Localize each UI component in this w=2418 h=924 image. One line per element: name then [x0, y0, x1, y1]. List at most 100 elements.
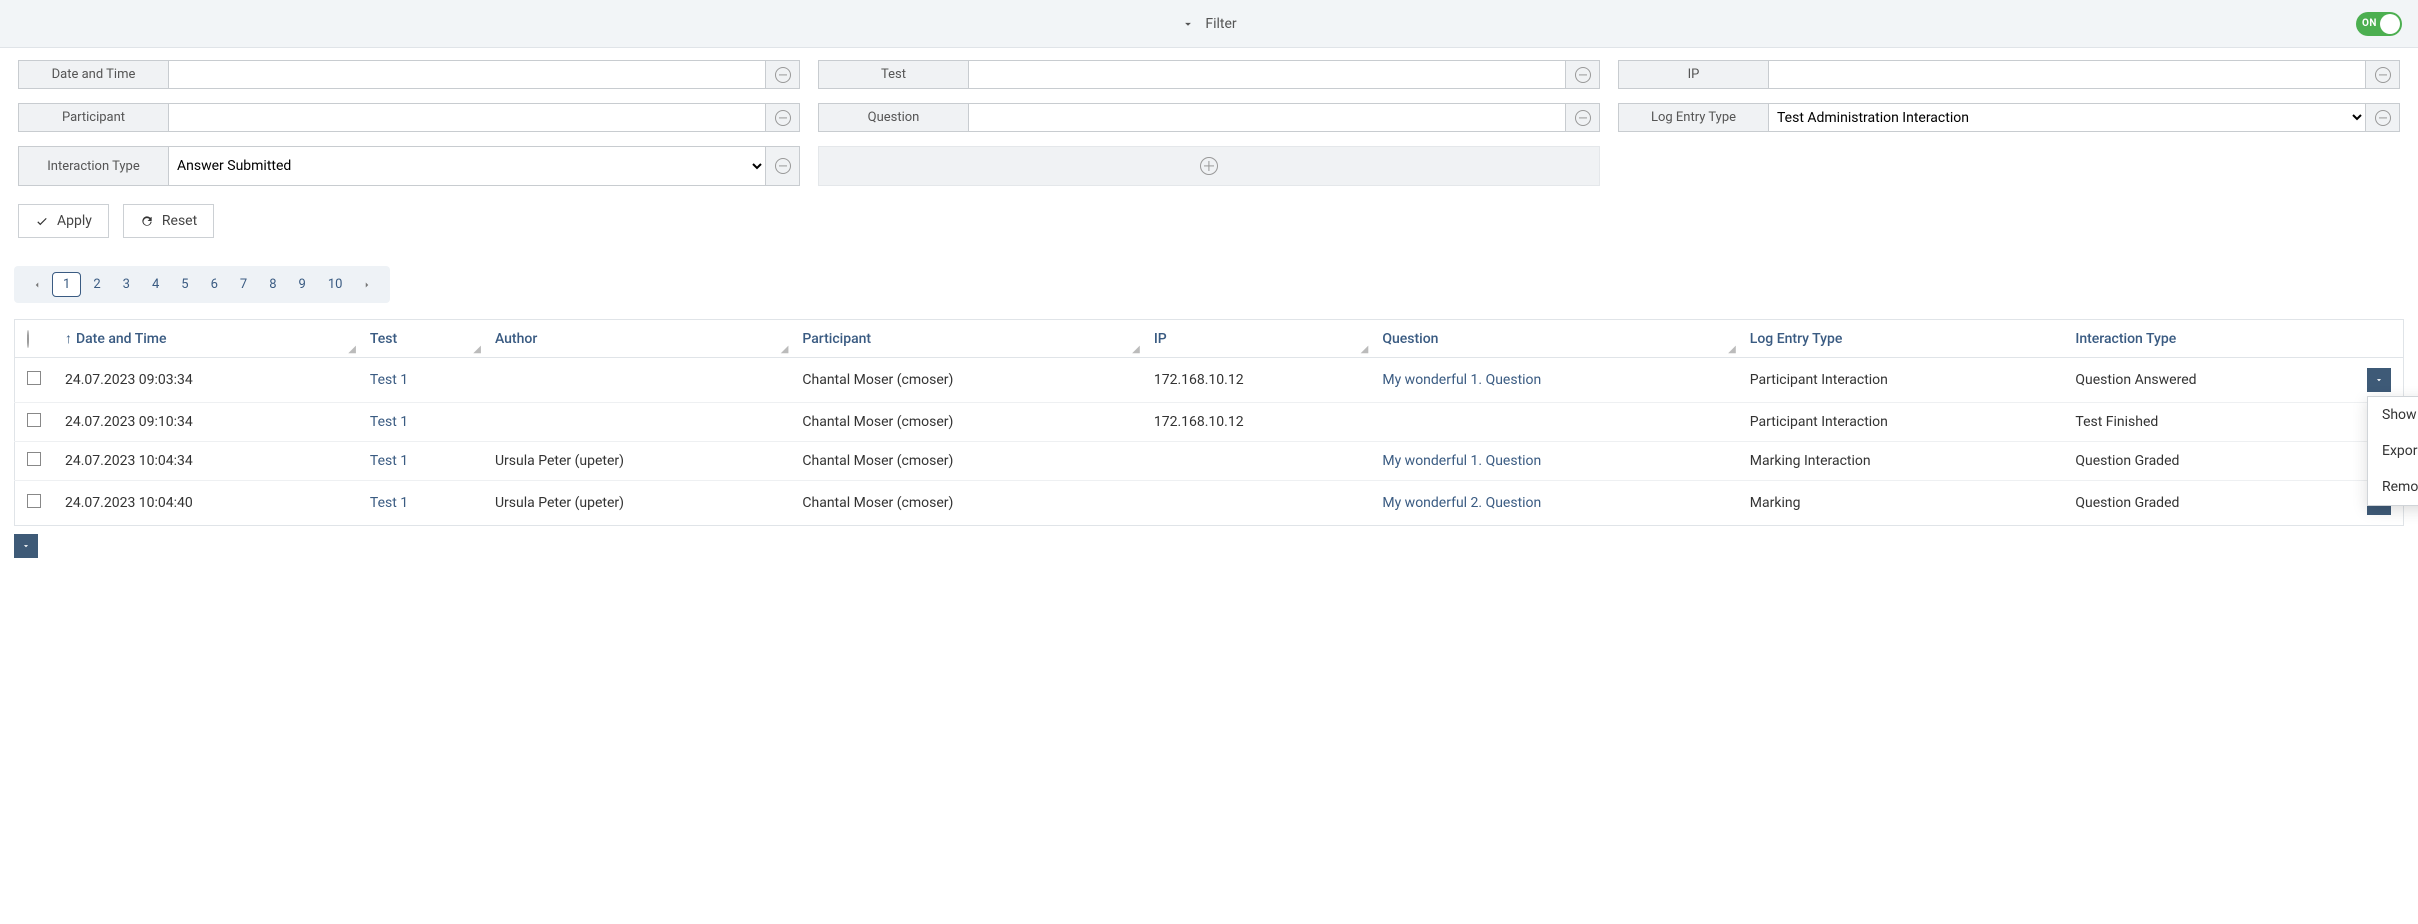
cell-question-link[interactable]: My wonderful 2. Question — [1382, 495, 1541, 511]
menu-export-csv[interactable]: Export as CSV — [2368, 433, 2418, 469]
col-date-time[interactable]: ↑Date and Time◢ — [53, 320, 358, 358]
cell-ip — [1142, 481, 1371, 526]
pager-page-5[interactable]: 5 — [171, 273, 198, 296]
filter-question-input[interactable] — [968, 103, 1566, 132]
col-test[interactable]: Test◢ — [358, 320, 483, 358]
plus-icon — [27, 330, 29, 348]
row-checkbox[interactable] — [27, 494, 41, 508]
check-icon — [35, 214, 49, 228]
filter-date-time-label: Date and Time — [18, 60, 168, 89]
cell-author — [483, 403, 790, 442]
remove-filter-date-time[interactable] — [766, 60, 800, 89]
minus-icon — [1575, 67, 1591, 83]
filter-log-entry-type-select[interactable]: Test Administration Interaction — [1768, 103, 2366, 132]
col-participant[interactable]: Participant◢ — [790, 320, 1141, 358]
cell-date-time: 24.07.2023 09:03:34 — [53, 358, 358, 403]
reset-button[interactable]: Reset — [123, 204, 214, 238]
cell-interaction-type: Test Finished — [2063, 403, 2355, 442]
pager-page-10[interactable]: 10 — [318, 273, 353, 296]
filter-participant-label: Participant — [18, 103, 168, 132]
pager-page-8[interactable]: 8 — [259, 273, 286, 296]
cell-author: Ursula Peter (upeter) — [483, 442, 790, 481]
filter-question: Question — [818, 103, 1600, 132]
menu-remove[interactable]: Remove — [2368, 469, 2418, 505]
cell-question-link[interactable]: My wonderful 1. Question — [1382, 453, 1541, 469]
remove-filter-interaction-type[interactable] — [766, 146, 800, 186]
remove-filter-participant[interactable] — [766, 103, 800, 132]
row-checkbox[interactable] — [27, 452, 41, 466]
filter-interaction-type-select[interactable]: Answer Submitted — [168, 146, 766, 186]
pager-page-4[interactable]: 4 — [142, 273, 169, 296]
cell-participant: Chantal Moser (cmoser) — [790, 403, 1141, 442]
remove-filter-ip[interactable] — [2366, 60, 2400, 89]
minus-icon — [2375, 110, 2391, 126]
pager-page-7[interactable]: 7 — [230, 273, 257, 296]
col-ip[interactable]: IP◢ — [1142, 320, 1371, 358]
minus-icon — [775, 67, 791, 83]
resize-handle-icon[interactable]: ◢ — [348, 344, 356, 355]
row-context-menu: Show Additional Information Export as CS… — [2367, 396, 2418, 506]
plus-icon — [1200, 157, 1218, 175]
filter-ip: IP — [1618, 60, 2400, 89]
table-row: 24.07.2023 09:03:34Test 1Chantal Moser (… — [15, 358, 2404, 403]
minus-icon — [1575, 110, 1591, 126]
cell-test-link[interactable]: Test 1 — [370, 372, 408, 388]
table-row: 24.07.2023 10:04:34Test 1Ursula Peter (u… — [15, 442, 2404, 481]
col-question[interactable]: Question◢ — [1370, 320, 1737, 358]
cell-question-link[interactable]: My wonderful 1. Question — [1382, 372, 1541, 388]
resize-handle-icon[interactable]: ◢ — [473, 344, 481, 355]
filter-log-entry-type: Log Entry Type Test Administration Inter… — [1618, 103, 2400, 132]
filter-test-input[interactable] — [968, 60, 1566, 89]
bulk-actions-button[interactable] — [14, 534, 2404, 558]
filter-ip-input[interactable] — [1768, 60, 2366, 89]
col-interaction-type[interactable]: Interaction Type — [2063, 320, 2355, 358]
cell-interaction-type: Question Answered — [2063, 358, 2355, 403]
switch-knob — [2380, 14, 2400, 34]
row-checkbox[interactable] — [27, 371, 41, 385]
sort-asc-icon: ↑ — [65, 331, 72, 347]
chevron-left-icon — [32, 279, 42, 291]
row-checkbox[interactable] — [27, 413, 41, 427]
filter-participant-input[interactable] — [168, 103, 766, 132]
reset-label: Reset — [162, 213, 197, 229]
pager-next[interactable] — [354, 275, 380, 295]
resize-handle-icon[interactable]: ◢ — [1728, 344, 1736, 355]
pager-page-9[interactable]: 9 — [289, 273, 316, 296]
filter-date-time-input[interactable] — [168, 60, 766, 89]
cell-log-entry-type: Participant Interaction — [1738, 358, 2064, 403]
row-actions-button[interactable] — [2367, 368, 2391, 392]
results-table-wrap: ↑Date and Time◢ Test◢ Author◢ Participan… — [0, 319, 2418, 526]
cell-test-link[interactable]: Test 1 — [370, 495, 408, 511]
apply-button[interactable]: Apply — [18, 204, 109, 238]
pager-page-6[interactable]: 6 — [201, 273, 228, 296]
chevron-down-icon — [1181, 17, 1195, 31]
resize-handle-icon[interactable]: ◢ — [1361, 344, 1369, 355]
pager: 1 2 3 4 5 6 7 8 9 10 — [14, 266, 390, 303]
filter-on-switch[interactable]: ON — [2356, 12, 2402, 36]
pager-page-1[interactable]: 1 — [52, 272, 81, 297]
cell-test-link[interactable]: Test 1 — [370, 414, 408, 430]
resize-handle-icon[interactable]: ◢ — [781, 344, 789, 355]
col-log-entry-type[interactable]: Log Entry Type — [1738, 320, 2064, 358]
add-filter-button[interactable] — [818, 146, 1600, 186]
col-add[interactable] — [15, 320, 54, 358]
filter-interaction-type-label: Interaction Type — [18, 146, 168, 186]
resize-handle-icon[interactable]: ◢ — [1132, 344, 1140, 355]
cell-date-time: 24.07.2023 09:10:34 — [53, 403, 358, 442]
remove-filter-question[interactable] — [1566, 103, 1600, 132]
filter-test-label: Test — [818, 60, 968, 89]
pager-page-3[interactable]: 3 — [113, 273, 140, 296]
refresh-icon — [140, 214, 154, 228]
menu-show-additional-info[interactable]: Show Additional Information — [2368, 397, 2418, 433]
results-table: ↑Date and Time◢ Test◢ Author◢ Participan… — [14, 319, 2404, 526]
cell-test-link[interactable]: Test 1 — [370, 453, 408, 469]
switch-label: ON — [2356, 18, 2377, 29]
filter-toggle[interactable]: Filter — [1181, 16, 1236, 32]
col-author[interactable]: Author◢ — [483, 320, 790, 358]
remove-filter-log-entry-type[interactable] — [2366, 103, 2400, 132]
cell-log-entry-type: Marking Interaction — [1738, 442, 2064, 481]
cell-author — [483, 358, 790, 403]
remove-filter-test[interactable] — [1566, 60, 1600, 89]
pager-prev[interactable] — [24, 275, 50, 295]
pager-page-2[interactable]: 2 — [83, 273, 110, 296]
